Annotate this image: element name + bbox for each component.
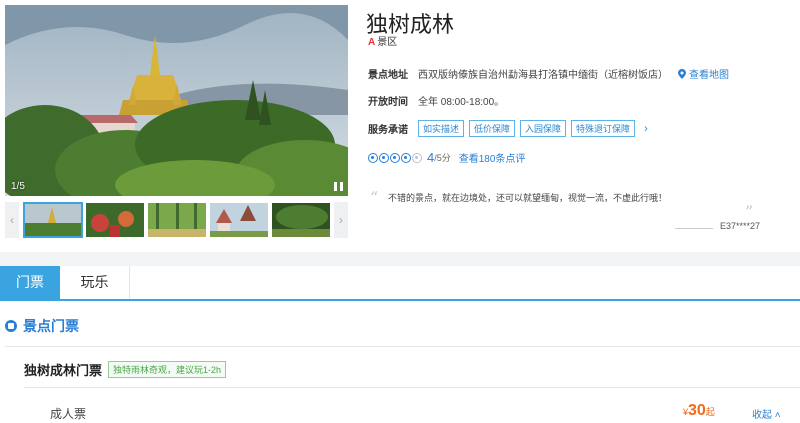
ticket-icon (5, 320, 17, 332)
rating-row: 4 /5分 查看180条点评 (368, 150, 525, 165)
tickets-section-header: 景点门票 (5, 316, 79, 336)
grade-label: 景区 (377, 37, 398, 48)
chevron-up-icon: ˄ (774, 410, 781, 421)
review-text: 不错的景点，就在边境处，还可以就望缅甸，视觉一流，不虚此行哦！ (388, 193, 668, 203)
collapse-button[interactable]: 收起 ˄ (752, 406, 781, 421)
thumbnail-4[interactable] (210, 203, 268, 237)
thumbnail-3[interactable] (148, 203, 206, 237)
price-suffix: 起 (705, 407, 715, 417)
ticket-product-row: 独树成林门票 独特雨林奇观，建议玩1-2h (24, 360, 227, 379)
thumbnail-strip: ‹ › (5, 202, 348, 238)
adult-ticket-price: ¥ 30 起 (683, 402, 715, 420)
chevron-left-icon[interactable]: ‹ (5, 202, 19, 238)
service-tag[interactable]: 入园保障 (520, 120, 567, 137)
hours-value: 全年 08:00-18:00。 (418, 97, 505, 108)
divider (675, 228, 713, 229)
service-row: 服务承诺 如实描述 低价保障 入园保障 特殊退订保障 › (368, 120, 648, 137)
price-value: 30 (688, 402, 706, 419)
service-label: 服务承诺 (368, 125, 408, 136)
rating-dot-icon (379, 152, 389, 163)
rating-score: 4 (427, 150, 435, 165)
map-pin-icon (678, 68, 686, 79)
quote-close-icon: ” (745, 202, 754, 221)
hours-label: 开放时间 (368, 97, 408, 108)
grade-badge: A 景区 (368, 33, 397, 48)
quote-open-icon: “ (370, 188, 379, 207)
chevron-right-icon[interactable]: › (644, 123, 648, 135)
address-row: 景点地址 西双版纳傣族自治州勐海县打洛镇中缅街（近榕树饭店） 查看地图 (368, 66, 729, 81)
view-map-link[interactable]: 查看地图 (678, 66, 729, 81)
rating-dot-icon (412, 152, 422, 163)
collapse-label: 收起 (752, 410, 772, 421)
service-tag[interactable]: 低价保障 (469, 120, 516, 137)
tab-tickets[interactable]: 门票 (0, 266, 60, 299)
thumbnail-2[interactable] (86, 203, 144, 237)
address-value: 西双版纳傣族自治州勐海县打洛镇中缅街（近榕树饭店） (418, 70, 668, 81)
image-counter: 1/5 (11, 181, 25, 192)
tab-bar: 门票 玩乐 (0, 266, 800, 301)
rating-scale: /5分 (434, 153, 451, 163)
address-label: 景点地址 (368, 70, 408, 81)
rating-dot-icon (368, 152, 378, 163)
ticket-product-tag: 独特雨林奇观，建议玩1-2h (108, 361, 227, 378)
rating-dot-icon (390, 152, 400, 163)
tab-activities[interactable]: 玩乐 (60, 266, 130, 299)
thumbnail-1[interactable] (23, 202, 83, 238)
thumbnail-5[interactable] (272, 203, 330, 237)
service-tag[interactable]: 特殊退订保障 (571, 120, 636, 137)
section-divider (0, 252, 800, 266)
tickets-section-title: 景点门票 (23, 318, 79, 334)
hero-photo[interactable]: 1/5 (5, 5, 348, 196)
service-tag[interactable]: 如实描述 (418, 120, 465, 137)
grade-mark: A (368, 37, 376, 48)
chevron-right-icon[interactable]: › (334, 202, 348, 238)
ticket-product-name: 独树成林门票 (24, 363, 103, 378)
adult-ticket-label: 成人票 (50, 407, 87, 421)
hours-row: 开放时间 全年 08:00-18:00。 (368, 93, 504, 108)
pause-icon[interactable] (334, 182, 343, 191)
divider (5, 346, 800, 347)
view-map-label: 查看地图 (689, 70, 729, 81)
divider (24, 387, 800, 388)
reviews-link[interactable]: 查看180条点评 (459, 150, 526, 165)
rating-dot-icon (401, 152, 411, 163)
review-user: E37****27 (720, 221, 761, 231)
